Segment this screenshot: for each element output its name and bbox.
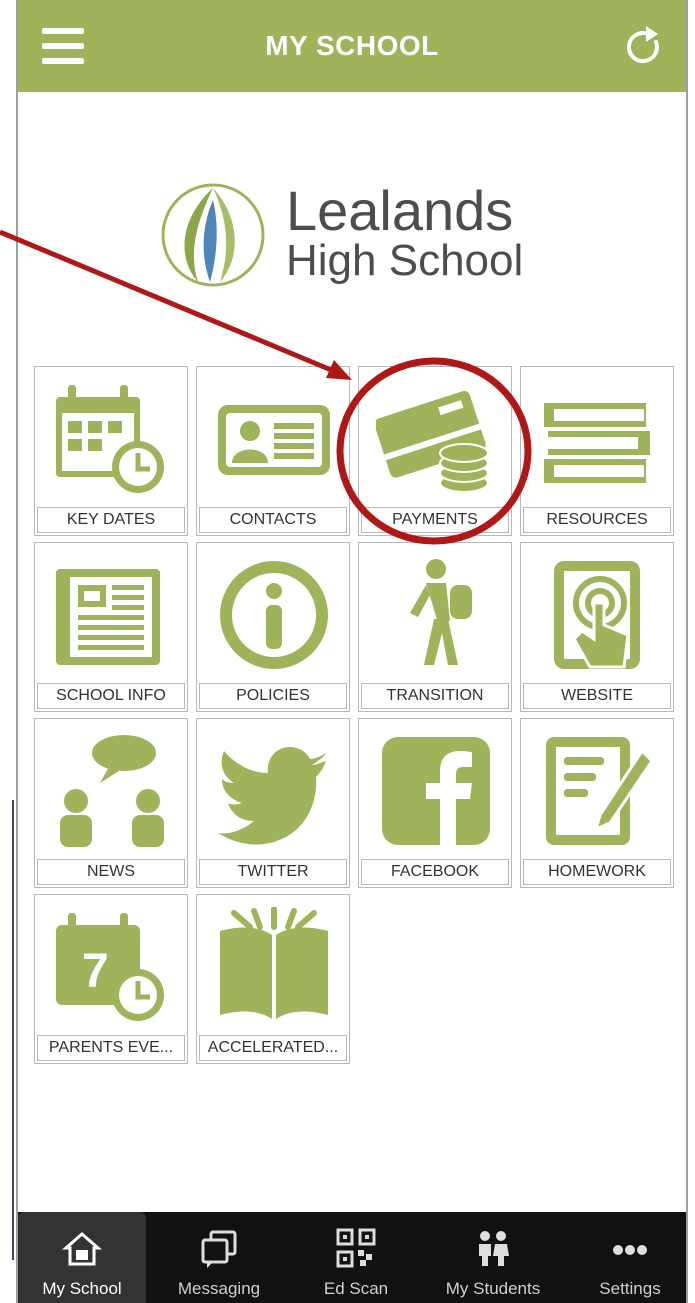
qr-code-icon [336, 1228, 376, 1268]
tile-label: FACEBOOK [361, 859, 509, 885]
tile-homework[interactable]: HOMEWORK [520, 718, 674, 888]
tile-parents-evening[interactable]: 7 PARENTS EVE... [34, 894, 188, 1064]
logo-school-subtitle: High School [286, 236, 524, 285]
info-icon [220, 561, 328, 669]
twitter-bird-icon [218, 747, 326, 845]
tablet-touch-icon [554, 561, 640, 669]
app-header: MY SCHOOL [18, 0, 686, 92]
app-screen: MY SCHOOL Lealands High School KEY DATES… [16, 0, 688, 1303]
tab-label: Messaging [177, 1279, 261, 1298]
logo-school-name: Lealands [286, 179, 514, 242]
refresh-icon [626, 26, 659, 64]
tile-label: NEWS [37, 859, 185, 885]
tile-label: HOMEWORK [523, 859, 671, 885]
home-icon [62, 1232, 102, 1266]
tile-label: CONTACTS [199, 507, 347, 533]
page-title: MY SCHOOL [265, 30, 439, 61]
tab-my-school[interactable]: My School [18, 1212, 146, 1303]
tile-school-info[interactable]: SCHOOL INFO [34, 542, 188, 712]
tab-label: My Students [445, 1279, 541, 1298]
tab-my-students[interactable]: My Students [429, 1212, 557, 1303]
tile-contacts[interactable]: CONTACTS [196, 366, 350, 536]
tile-twitter[interactable]: TWITTER [196, 718, 350, 888]
tile-payments[interactable]: PAYMENTS [358, 366, 512, 536]
facebook-icon [382, 737, 490, 845]
school-logo: Lealands High School [158, 170, 558, 300]
tile-label: WEBSITE [523, 683, 671, 709]
tile-accelerated[interactable]: ACCELERATED... [196, 894, 350, 1064]
svg-text:7: 7 [82, 945, 109, 998]
tab-settings[interactable]: Settings [566, 1212, 694, 1303]
messages-icon [201, 1230, 237, 1268]
tile-news[interactable]: NEWS [34, 718, 188, 888]
tile-facebook[interactable]: FACEBOOK [358, 718, 512, 888]
homework-pencil-icon [546, 737, 654, 845]
refresh-button[interactable] [620, 22, 670, 72]
tile-label: TWITTER [199, 859, 347, 885]
more-dots-icon [613, 1245, 647, 1255]
tile-label: SCHOOL INFO [37, 683, 185, 709]
tile-label: TRANSITION [361, 683, 509, 709]
background-window-edge [0, 800, 14, 1260]
calendar-seven-icon: 7 [56, 913, 164, 1021]
people-chat-icon [60, 735, 164, 847]
tab-ed-scan[interactable]: Ed Scan [292, 1212, 420, 1303]
tab-label: Settings [599, 1279, 661, 1298]
leaf-drop-logo-icon [161, 183, 265, 287]
tab-label: Ed Scan [323, 1279, 389, 1298]
open-book-icon [220, 907, 328, 1019]
tab-label: My School [42, 1279, 122, 1298]
tile-label: ACCELERATED... [199, 1035, 347, 1061]
tile-label: KEY DATES [37, 507, 185, 533]
tile-resources[interactable]: RESOURCES [520, 366, 674, 536]
tile-label: POLICIES [199, 683, 347, 709]
tile-key-dates[interactable]: KEY DATES [34, 366, 188, 536]
tile-label: PAYMENTS [361, 507, 509, 533]
walking-student-icon [410, 559, 472, 665]
contact-card-icon [218, 405, 330, 475]
newspaper-icon [56, 569, 160, 665]
tile-label: RESOURCES [523, 507, 671, 533]
tab-messaging[interactable]: Messaging [155, 1212, 283, 1303]
credit-card-coins-icon [376, 390, 489, 493]
tile-policies[interactable]: POLICIES [196, 542, 350, 712]
children-icon [479, 1231, 509, 1266]
tile-label: PARENTS EVE... [37, 1035, 185, 1061]
bottom-tab-bar: My School Messaging Ed Scan My Students … [18, 1212, 686, 1303]
tile-transition[interactable]: TRANSITION [358, 542, 512, 712]
books-icon [544, 403, 650, 483]
calendar-clock-icon [56, 385, 164, 493]
tile-website[interactable]: WEBSITE [520, 542, 674, 712]
